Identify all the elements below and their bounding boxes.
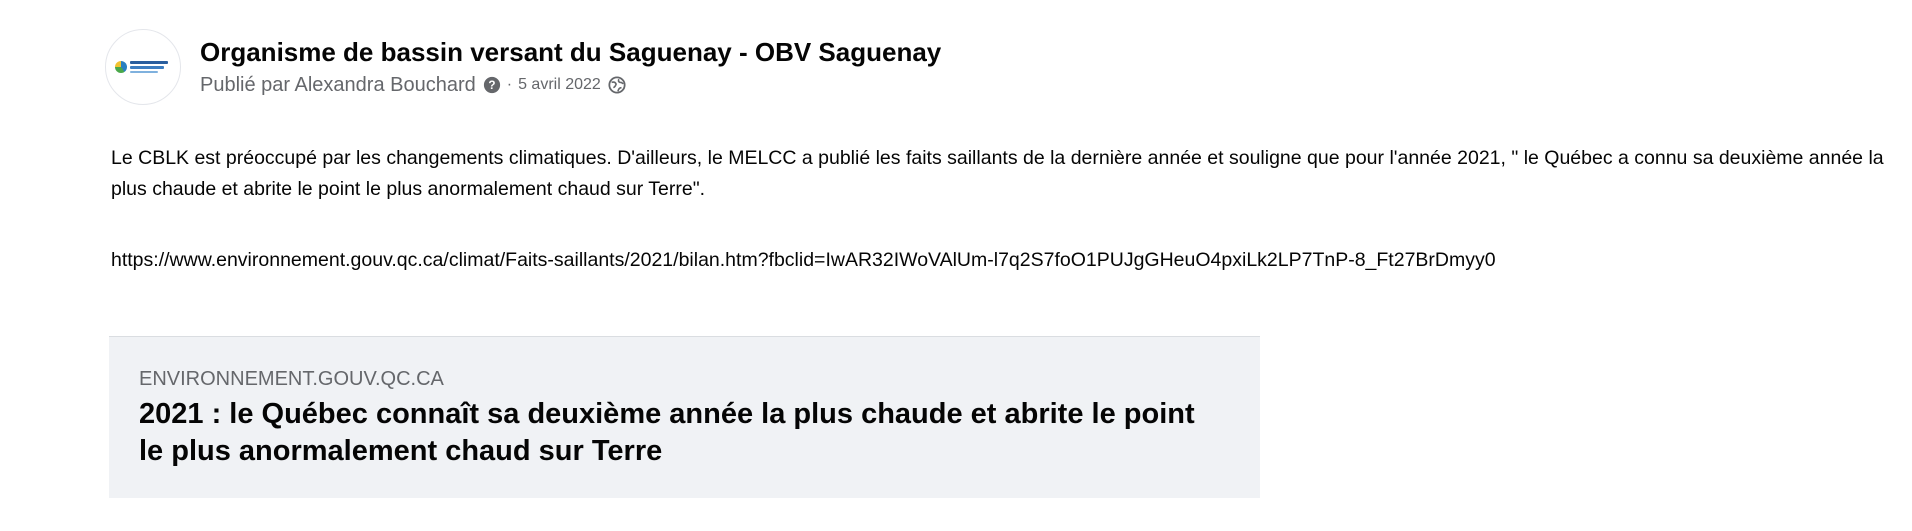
post-header-text: Organisme de bassin versant du Saguenay … <box>200 35 941 99</box>
post-meta: Publié par Alexandra Bouchard ? · 5 avri… <box>200 71 941 99</box>
globe-icon[interactable] <box>608 76 626 94</box>
post-header: Organisme de bassin versant du Saguenay … <box>105 27 941 107</box>
link-preview-domain: ENVIRONNEMENT.GOUV.QC.CA <box>139 368 444 390</box>
logo-mark <box>130 66 164 69</box>
post-text: Le CBLK est préoccupé par les changement… <box>111 147 1884 200</box>
logo-globe-icon <box>115 61 127 73</box>
page-avatar[interactable] <box>105 29 181 105</box>
link-preview-card[interactable]: ENVIRONNEMENT.GOUV.QC.CA 2021 : le Québe… <box>109 336 1260 498</box>
logo-mark <box>130 71 158 73</box>
logo-mark <box>130 61 168 64</box>
post-url-link[interactable]: https://www.environnement.gouv.qc.ca/cli… <box>111 245 1496 276</box>
published-by-label[interactable]: Publié par Alexandra Bouchard <box>200 71 476 99</box>
post-date-link[interactable]: 5 avril 2022 <box>518 71 601 99</box>
meta-separator: · <box>506 76 513 93</box>
page-name-link[interactable]: Organisme de bassin versant du Saguenay … <box>200 35 941 69</box>
link-preview-title[interactable]: 2021 : le Québec connaît sa deuxième ann… <box>139 396 1209 470</box>
help-circle-icon[interactable]: ? <box>483 76 501 94</box>
post-message: Le CBLK est préoccupé par les changement… <box>111 143 1901 205</box>
svg-text:?: ? <box>488 79 495 92</box>
